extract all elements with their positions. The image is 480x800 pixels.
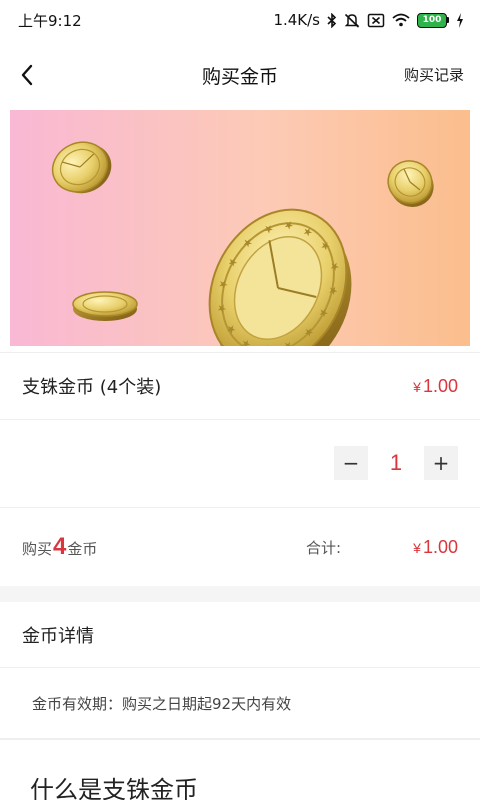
- quantity-stepper: − 1 +: [334, 446, 458, 480]
- page-title: 购买金币: [201, 65, 278, 88]
- total-label: 合计:: [306, 538, 342, 557]
- battery-level: 100: [417, 12, 447, 28]
- increase-button[interactable]: +: [424, 446, 458, 480]
- product-row: 支铢金币 (4个装) ¥1.00: [0, 352, 480, 420]
- total-row: 购买 4 金币 合计: ¥1.00: [0, 508, 480, 586]
- charging-icon: [456, 12, 464, 28]
- gold-coins-illustration: ★★★ ★★★ ★★★ ★★★ ★★★ ★: [51, 141, 434, 346]
- battery-icon: 100: [417, 12, 449, 28]
- wifi-icon: [392, 13, 410, 27]
- nav-bar: 购买金币 购买记录: [0, 44, 480, 106]
- decrease-button[interactable]: −: [334, 446, 368, 480]
- quantity-row: − 1 +: [0, 420, 480, 508]
- purchase-record-link[interactable]: 购买记录: [404, 64, 464, 85]
- status-bar: 上午9:12 1.4K/s 100: [0, 0, 480, 40]
- chevron-left-icon: [21, 64, 33, 86]
- status-icons: 1.4K/s 100: [273, 11, 464, 29]
- coin-validity-text: 金币有效期：购买之日期起92天内有效: [0, 668, 480, 740]
- section-divider: [0, 586, 480, 602]
- buy-count: 4: [53, 533, 67, 560]
- buy-summary: 购买 4 金币: [22, 533, 98, 560]
- product-name: 支铢金币 (4个装): [22, 377, 162, 398]
- product-price: ¥1.00: [413, 375, 458, 396]
- total-price: ¥1.00: [413, 536, 458, 557]
- gold-coins-banner: ★★★ ★★★ ★★★ ★★★ ★★★ ★: [10, 110, 470, 346]
- quantity-value[interactable]: 1: [368, 450, 424, 476]
- bluetooth-icon: [327, 12, 337, 28]
- no-sim-icon: [367, 13, 385, 28]
- coin-details-header: 金币详情: [0, 602, 480, 668]
- network-speed: 1.4K/s: [273, 11, 320, 29]
- mute-icon: [344, 13, 360, 28]
- what-is-coin-heading: 什么是支铢金币: [30, 776, 198, 800]
- back-button[interactable]: [12, 60, 42, 90]
- status-time: 上午9:12: [18, 11, 82, 30]
